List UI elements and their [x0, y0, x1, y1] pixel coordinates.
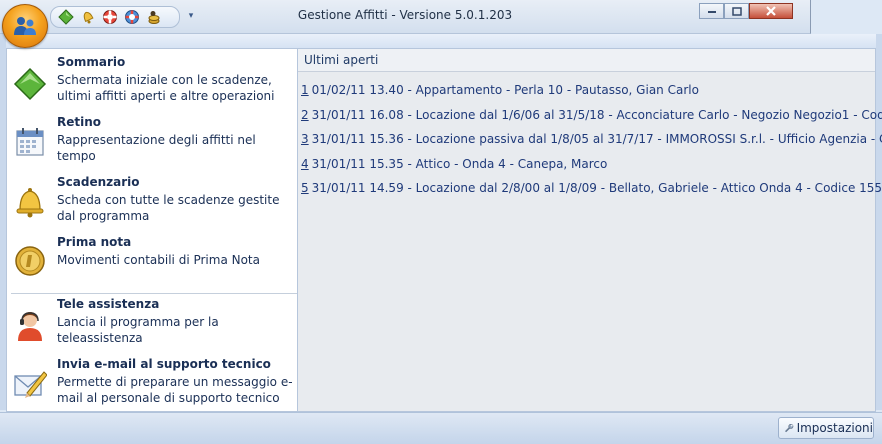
menu-footer: Impostazioni — [0, 412, 882, 444]
recent-item-number: 5 — [301, 181, 309, 195]
recent-item[interactable]: 2 31/01/11 16.08 - Locazione dal 1/6/06 a… — [301, 103, 882, 128]
customize-toolbar-chevron-icon[interactable]: ▾ — [186, 9, 196, 23]
menu-item-description: Permette di preparare un messaggio e-mai… — [57, 375, 293, 405]
title-bar: ▾ Gestione Affitti - Versione 5.0.1.203 — [0, 0, 811, 34]
bell-icon — [16, 188, 44, 218]
recent-list: 1 01/02/11 13.40 - Appartamento - Perla 1… — [298, 72, 882, 201]
recent-item-number: 3 — [301, 132, 309, 146]
settings-button-label: Impostazioni — [796, 421, 873, 435]
recent-item-text: 31/01/11 15.36 - Locazione passiva dal 1… — [311, 132, 882, 146]
recent-item-number: 1 — [301, 83, 309, 97]
close-button[interactable] — [749, 3, 793, 19]
menu-item-title: Scadenzario — [57, 175, 140, 189]
menu-item-description: Lancia il programma per la teleassistenz… — [57, 315, 219, 345]
application-menu-items: Sommario Schermata iniziale con le scade… — [6, 48, 298, 412]
recent-item-text: 31/01/11 15.35 - Attico - Onda 4 - Canep… — [311, 156, 608, 171]
menu-item-title: Invia e-mail al supporto tecnico — [57, 357, 271, 371]
recent-panel: Ultimi aperti 1 01/02/11 13.40 - Appartam… — [298, 48, 882, 412]
menu-item-description: Schermata iniziale con le scadenze, ulti… — [57, 73, 275, 103]
settings-button[interactable]: Impostazioni — [778, 417, 874, 439]
menu-item-invia-email[interactable]: Invia e-mail al supporto tecnico Permett… — [7, 357, 297, 411]
maximize-button[interactable] — [724, 3, 749, 19]
menu-item-title: Sommario — [57, 55, 126, 69]
bell-icon[interactable] — [79, 8, 97, 26]
recent-item[interactable]: 5 31/01/11 14.59 - Locazione dal 2/8/00 a… — [301, 176, 882, 201]
menu-item-retino[interactable]: Retino Rappresentazione degli affitti ne… — [7, 115, 297, 169]
recent-item[interactable]: 4 31/01/11 15.35 - Attico - Onda 4 - Cane… — [301, 152, 875, 177]
menu-item-description: Scheda con tutte le scadenze gestite dal… — [57, 193, 280, 223]
minimize-button[interactable] — [699, 3, 724, 19]
envelope-pencil-icon — [14, 371, 47, 398]
wrench-icon — [785, 423, 794, 433]
menu-item-prima-nota[interactable]: Prima nota Movimenti contabili di Prima … — [7, 235, 297, 285]
menu-item-title: Prima nota — [57, 235, 132, 249]
coins-icon — [15, 246, 45, 276]
recent-item-number: 4 — [301, 156, 309, 171]
recent-item[interactable]: 3 31/01/11 15.36 - Locazione passiva dal … — [301, 127, 882, 152]
green-diamond-icon[interactable] — [57, 8, 75, 26]
window-controls — [699, 3, 793, 20]
support-operator-icon — [18, 312, 42, 341]
recent-panel-title: Ultimi aperti — [298, 49, 875, 72]
quick-access-toolbar — [50, 6, 180, 28]
lifebuoy-icon[interactable] — [101, 8, 119, 26]
menu-item-scadenzario[interactable]: Scadenzario Scheda con tutte le scadenze… — [7, 175, 297, 233]
menu-top-band — [6, 34, 876, 48]
menu-item-title: Retino — [57, 115, 102, 129]
recent-item-text: 31/01/11 16.08 - Locazione dal 1/6/06 al… — [311, 107, 882, 122]
application-menu-button[interactable] — [2, 4, 48, 48]
recent-item-text: 01/02/11 13.40 - Appartamento - Perla 10… — [311, 83, 699, 97]
menu-item-tele-assistenza[interactable]: Tele assistenza Lancia il programma per … — [7, 297, 297, 353]
window-title: Gestione Affitti - Versione 5.0.1.203 — [297, 8, 513, 22]
menu-separator — [11, 293, 297, 294]
recent-item-text: 31/01/11 14.59 - Locazione dal 2/8/00 al… — [311, 181, 882, 195]
lifebuoy-icon[interactable] — [123, 8, 141, 26]
app-window: ▾ Gestione Affitti - Versione 5.0.1.203 — [0, 0, 882, 444]
people-icon — [14, 17, 36, 35]
recent-item-number: 2 — [301, 107, 309, 122]
menu-item-description: Rappresentazione degli affitti nel tempo — [57, 133, 256, 163]
green-diamond-icon — [13, 67, 47, 101]
coins-icon[interactable] — [145, 8, 163, 26]
recent-item[interactable]: 1 01/02/11 13.40 - Appartamento - Perla 1… — [301, 78, 875, 103]
menu-item-description: Movimenti contabili di Prima Nota — [57, 253, 260, 267]
calendar-icon — [16, 128, 44, 156]
menu-item-title: Tele assistenza — [57, 297, 160, 311]
menu-item-sommario[interactable]: Sommario Schermata iniziale con le scade… — [7, 55, 297, 113]
